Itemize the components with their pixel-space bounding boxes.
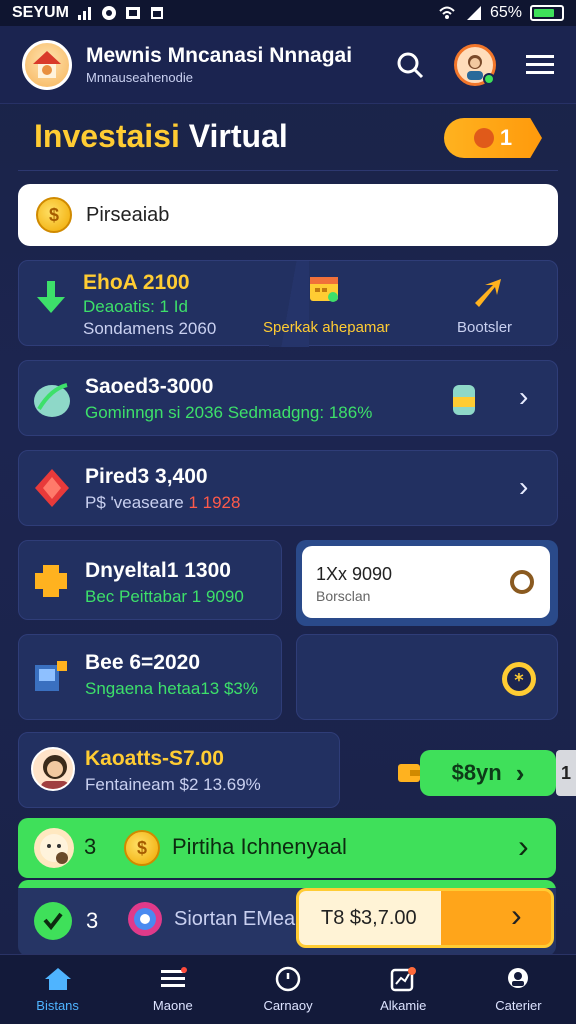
nav-item-clock[interactable]: Carnaoy [230,955,345,1024]
person-icon [41,755,69,789]
banner-count: 3 [84,834,97,859]
list-item[interactable]: Saoed3-3000 Gominngn si 2036 Sedmadgng: … [18,360,558,436]
profile-icon [508,968,529,988]
summary-line2: Deaoatis: 1 Id [83,297,188,316]
arrow-down-icon [37,281,65,313]
item-title: Saoed3-3000 [85,375,214,398]
avatar [31,747,75,791]
carrier-label: SEYUM [12,4,69,21]
app-subtitle: Mnnauseahenodie [86,70,193,85]
item-title: Dnyeltal1 1300 [85,559,231,582]
item-title: Bee 6=2020 [85,651,201,674]
banner-value-button[interactable]: T8 $3,7.00 › [296,888,554,948]
device-icon [35,661,67,691]
list-item[interactable]: Bee 6=2020 Sngaena hetaa13 $3% [18,634,282,720]
search-bar[interactable]: $ Pirseaiab [18,184,558,246]
app-header: Mewnis Mncanasi Nnnagai Mnnauseahenodie [0,26,576,104]
leaf-icon [34,383,70,417]
diamond-icon [35,469,69,507]
cta-label: $8yn [451,760,502,785]
reward-card[interactable]: * [296,634,558,720]
item-subtitle: Fentaineam $2 13.69% [85,775,261,794]
item-subtitle: Sngaena hetaa13 $3% [85,679,258,698]
list-icon [160,967,187,987]
summary-mid-label: Sperkak ahepamar [263,319,390,336]
level-badge[interactable]: 1 [444,118,542,158]
banner-text: Siortan EMeain [174,908,311,930]
coin-icon: $ [124,830,160,866]
calendar-icon [150,7,163,19]
jar-icon [453,385,475,415]
banner-value: T8 $3,7.00 [321,907,417,929]
avatar[interactable] [454,43,496,86]
cta-side-tab[interactable]: 1 [556,750,576,796]
app-title: Mewnis Mncanasi Nnnagai [86,44,353,67]
svg-text:*: * [514,670,524,691]
promo-banner[interactable]: 3 Siortan EMeain T8 $3,7.00 › [18,880,556,956]
menu-icon[interactable] [526,53,554,77]
banner-text: Pirtiha Ichnenyaal [172,834,347,859]
item-subtitle-value: 1 1928 [188,493,241,512]
summary-right-label: Bootsler [457,319,513,336]
list-item[interactable]: Kaoatts-S7.00 Fentaineam $2 13.69% [18,732,340,808]
nav-item-profile[interactable]: Caterier [461,955,576,1024]
search-icon[interactable] [396,51,424,79]
battery-percent: 65% [489,4,522,21]
item-subtitle-prefix: P$ 'veaseare [85,493,184,512]
chevron-right-icon: › [518,828,529,864]
item-title: Pired3 3,400 [85,465,208,488]
item-title: Kaoatts-S7.00 [85,747,224,770]
chevron-right-icon: › [511,897,522,933]
signal-icon [77,7,91,20]
divider [18,170,558,171]
cell-signal-icon [466,6,481,20]
wifi-icon [439,6,455,19]
star-badge-icon[interactable]: * [499,659,539,699]
chevron-right-icon[interactable]: › [519,381,528,413]
item-subtitle: Gominngn si 2036 Sedmadgng: 186% [85,403,373,422]
nav-item-chart[interactable]: Alkamie [346,955,461,1024]
boost-arrow-icon [475,279,501,307]
ring-icon [510,570,534,594]
summary-title: EhoA 2100 [83,271,190,294]
list-item[interactable]: Pired3 3,400 P$ 'veaseare 1 1928 › [18,450,558,526]
cta-button[interactable]: $8yn › [420,750,556,796]
notification-icon [101,6,116,20]
puzzle-icon [35,565,67,597]
badge-icon [473,128,494,148]
search-text: Pirseaiab [86,203,170,226]
banner-count: 3 [86,908,99,933]
item-title: 1Xx 9090 [316,564,393,584]
mascot-icon [40,834,68,864]
nav-item-list[interactable]: Maone [115,955,230,1024]
item-subtitle: Borsclan [316,588,371,604]
image-icon [125,7,140,19]
check-icon [34,902,72,940]
battery-icon [530,5,564,21]
home-icon [44,968,71,990]
wallet-icon [398,764,420,782]
calendar-icon [310,277,338,302]
page-title: Investaisi Virtual [34,118,288,154]
summary-card[interactable]: EhoA 2100 Deaoatis: 1 Id Sondamens 2060 … [18,260,558,347]
chevron-right-icon[interactable]: › [519,471,528,503]
coin-icon: $ [36,197,72,233]
nav-item-home[interactable]: Bistans [0,955,115,1024]
summary-line3: Sondamens 2060 [83,319,217,338]
house-icon [33,50,61,78]
avatar [34,828,74,868]
status-bar: SEYUM 65% [0,0,576,26]
item-subtitle: Bec Peittabar 1 9090 [85,587,244,606]
online-indicator [483,72,495,85]
promo-banner[interactable]: 3 $ Pirtiha Ichnenyaal › [18,818,556,878]
chart-icon [390,967,417,992]
shield-icon [128,902,162,936]
list-item-highlighted[interactable]: 1Xx 9090 Borsclan [296,540,558,626]
clock-icon [275,966,301,992]
list-item[interactable]: Dnyeltal1 1300 Bec Peittabar 1 9090 [18,540,282,620]
bottom-nav: Bistans Maone Carnaoy Alkamie Caterier [0,954,576,1024]
chevron-right-icon: › [515,757,525,788]
app-logo [22,39,72,90]
